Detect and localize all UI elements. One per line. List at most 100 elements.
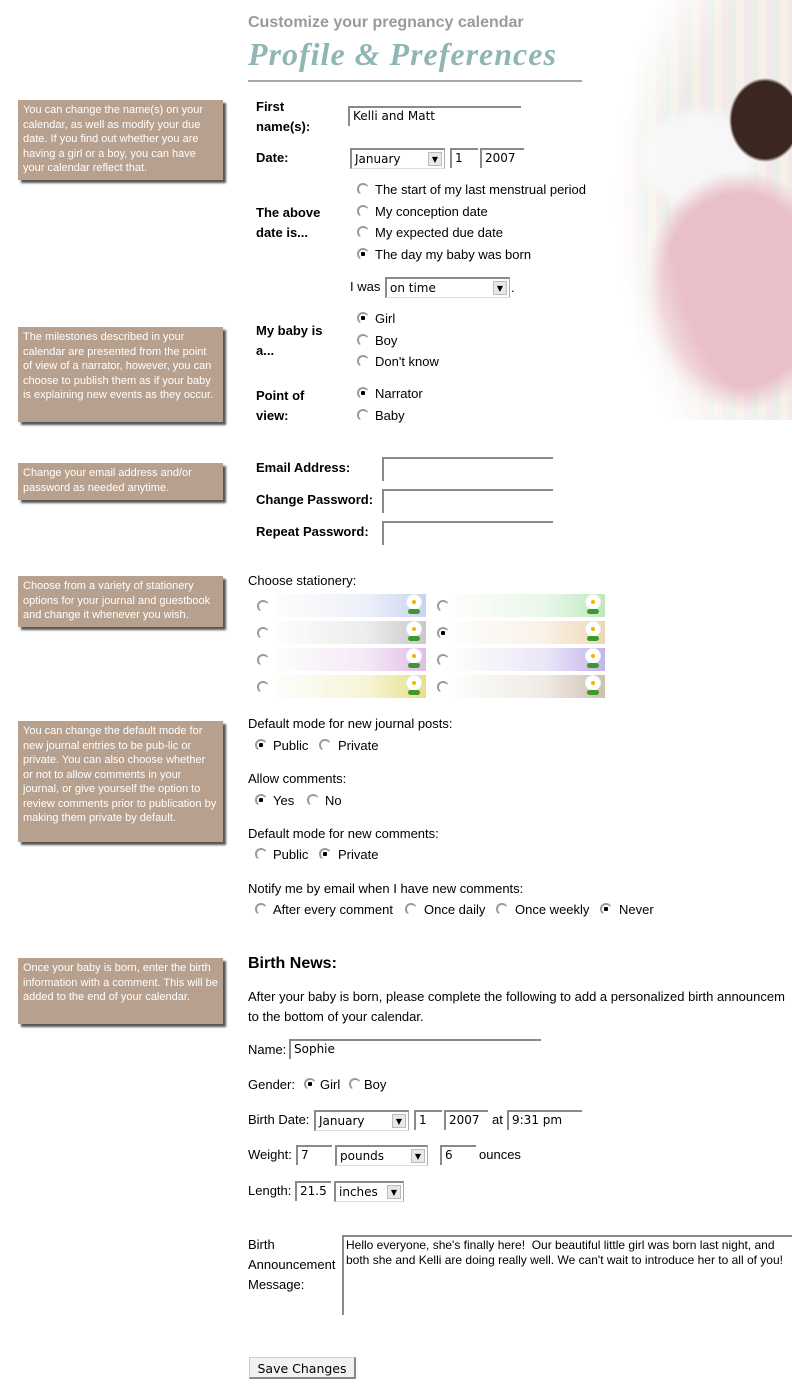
stationery-swatch-lavender[interactable] [455, 648, 605, 671]
birth-year-input[interactable]: 2007 [444, 1110, 488, 1130]
stationery-swatch-blue[interactable] [276, 594, 426, 617]
date-day-input[interactable]: 1 [450, 148, 478, 168]
i-was-select[interactable]: on time ▼ [385, 277, 510, 298]
birth-month-select[interactable]: January ▼ [314, 1110, 409, 1131]
length-label: Length: [248, 1183, 292, 1198]
comments-mode-label: Default mode for new comments: [248, 826, 439, 841]
length-input[interactable]: 21.5 [295, 1181, 331, 1201]
radio-pov-narrator[interactable] [357, 387, 369, 399]
comments-option-label: Public [273, 847, 309, 862]
repeat-password-input[interactable] [382, 521, 553, 545]
daisy-icon [405, 595, 423, 615]
help-note-birth: Once your baby is born, enter the birth … [18, 958, 223, 1024]
journal-posts-label: Default mode for new journal posts: [248, 716, 453, 731]
date-label: Date: [256, 150, 289, 165]
gender-option-label: Boy [364, 1077, 387, 1092]
birth-day-input[interactable]: 1 [414, 1110, 442, 1130]
radio-comments-private[interactable] [319, 848, 331, 860]
radio-gender-girl[interactable] [304, 1078, 316, 1090]
radio-stationery-green[interactable] [437, 600, 449, 612]
birth-intro-text: After your baby is born, please complete… [248, 989, 785, 1024]
birth-time-input[interactable]: 9:31 pm [507, 1110, 582, 1130]
email-label: Email Address: [256, 460, 351, 475]
radio-stationery-peach[interactable] [437, 627, 449, 639]
radio-baby-unknown[interactable] [357, 355, 369, 367]
stationery-swatch-pink[interactable] [276, 648, 426, 671]
radio-notify-weekly[interactable] [496, 903, 508, 915]
radio-date-born[interactable] [357, 248, 369, 260]
first-names-input[interactable]: Kelli and Matt [348, 106, 521, 126]
gender-option-label: Girl [320, 1077, 341, 1092]
notify-option-label: Once weekly [515, 902, 590, 917]
radio-date-conception[interactable] [357, 205, 369, 217]
radio-stationery-pink[interactable] [257, 654, 269, 666]
email-input[interactable] [382, 457, 553, 481]
first-names-label: First name(s): [256, 99, 311, 134]
length-unit-select[interactable]: inches ▼ [334, 1181, 404, 1202]
chevron-down-icon: ▼ [392, 1114, 406, 1128]
page-subtitle: Customize your pregnancy calendar [248, 14, 524, 31]
stationery-swatch-gray[interactable] [276, 621, 426, 644]
radio-notify-never[interactable] [600, 903, 612, 915]
radio-notify-daily[interactable] [405, 903, 417, 915]
weight-pounds-input[interactable]: 7 [296, 1145, 332, 1165]
radio-stationery-lavender[interactable] [437, 654, 449, 666]
birth-message-textarea[interactable]: Hello everyone, she's finally here! Our … [342, 1235, 792, 1315]
date-option-label: My expected due date [375, 225, 503, 240]
baby-option-label: Girl [375, 311, 396, 326]
radio-allow-yes[interactable] [255, 794, 267, 806]
radio-stationery-yellow[interactable] [257, 681, 269, 693]
weight-unit-value: pounds [340, 1149, 385, 1163]
daisy-icon [405, 649, 423, 669]
birth-news-heading: Birth News: [248, 955, 337, 972]
allow-option-label: Yes [273, 793, 295, 808]
radio-stationery-gray[interactable] [257, 627, 269, 639]
date-option-label: The start of my last menstrual period [375, 182, 586, 197]
stationery-swatch-peach[interactable] [455, 621, 605, 644]
stationery-swatch-green[interactable] [455, 594, 605, 617]
allow-option-label: No [325, 793, 342, 808]
change-password-input[interactable] [382, 489, 553, 513]
page-title: Profile & Preferences [248, 36, 557, 72]
radio-gender-boy[interactable] [349, 1078, 361, 1090]
radio-date-lmp[interactable] [357, 183, 369, 195]
posts-option-label: Private [338, 738, 379, 753]
message-label: Birth Announcement Message: [248, 1237, 336, 1292]
baby-option-label: Don't know [375, 354, 439, 369]
title-divider [248, 80, 582, 82]
radio-posts-public[interactable] [255, 739, 267, 751]
date-month-select[interactable]: January ▼ [350, 148, 445, 169]
save-changes-button[interactable]: Save Changes [249, 1357, 356, 1379]
radio-date-due[interactable] [357, 226, 369, 238]
gender-label: Gender: [248, 1077, 295, 1092]
radio-notify-every[interactable] [255, 903, 267, 915]
repeat-password-label: Repeat Password: [256, 524, 369, 539]
weight-unit-select[interactable]: pounds ▼ [335, 1145, 428, 1166]
weight-ounces-input[interactable]: 6 [440, 1145, 476, 1165]
date-year-input[interactable]: 2007 [480, 148, 524, 168]
radio-baby-boy[interactable] [357, 334, 369, 346]
date-option-label: The day my baby was born [375, 247, 532, 262]
birth-name-input[interactable]: Sophie [289, 1039, 541, 1059]
radio-comments-public[interactable] [255, 848, 267, 860]
date-is-label: The above date is... [256, 205, 321, 240]
weight-label: Weight: [248, 1147, 292, 1162]
stationery-swatch-taupe[interactable] [455, 675, 605, 698]
radio-stationery-blue[interactable] [257, 600, 269, 612]
notify-option-label: Never [619, 902, 654, 917]
help-note-point-of-view: The milestones described in your calenda… [18, 327, 223, 422]
length-unit-value: inches [339, 1185, 378, 1199]
help-note-account: Change your email address and/or passwor… [18, 463, 223, 500]
chevron-down-icon: ▼ [493, 281, 507, 295]
radio-posts-private[interactable] [319, 739, 331, 751]
radio-pov-baby[interactable] [357, 409, 369, 421]
birth-date-label: Birth Date: [248, 1112, 310, 1127]
stationery-swatch-yellow[interactable] [276, 675, 426, 698]
allow-comments-label: Allow comments: [248, 771, 347, 786]
daisy-icon [405, 622, 423, 642]
radio-baby-girl[interactable] [357, 312, 369, 324]
change-password-label: Change Password: [256, 492, 374, 507]
radio-stationery-taupe[interactable] [437, 681, 449, 693]
radio-allow-no[interactable] [307, 794, 319, 806]
pov-option-label: Baby [375, 408, 405, 423]
